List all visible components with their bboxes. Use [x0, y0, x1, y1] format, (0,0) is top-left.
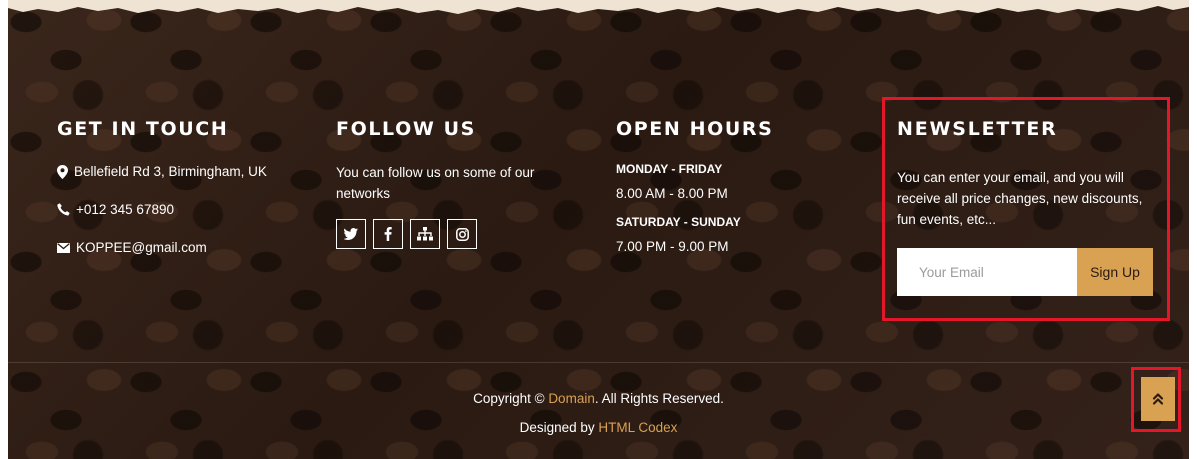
email-line: KOPPEE@gmail.com	[57, 238, 297, 257]
copyright-suffix: . All Rights Reserved.	[594, 391, 724, 406]
address-line: Bellefield Rd 3, Birmingham, UK	[57, 162, 297, 181]
weekend-time: 7.00 PM - 9.00 PM	[616, 239, 729, 254]
contact-heading: GET IN TOUCH	[57, 118, 229, 140]
address-text: Bellefield Rd 3, Birmingham, UK	[74, 164, 267, 179]
sign-up-button[interactable]: Sign Up	[1077, 248, 1153, 296]
weekend-label: SATURDAY - SUNDAY	[616, 215, 741, 229]
sitemap-icon	[417, 227, 433, 241]
phone-icon	[57, 203, 70, 216]
designer-credit-line: Designed by HTML Codex	[8, 418, 1189, 437]
facebook-button[interactable]	[373, 219, 403, 249]
copyright-prefix: Copyright ©	[473, 391, 549, 406]
phone-text: +012 345 67890	[76, 202, 174, 217]
follow-column: FOLLOW US You can follow us on some of o…	[336, 118, 576, 249]
phone-line: +012 345 67890	[57, 200, 297, 219]
newsletter-section: NEWSLETTER You can enter your email, and…	[882, 97, 1170, 321]
copyright-line: Copyright © Domain. All Rights Reserved.	[8, 389, 1189, 408]
domain-link[interactable]: Domain	[548, 391, 595, 406]
hours-column: OPEN HOURS MONDAY - FRIDAY 8.00 AM - 8.0…	[616, 118, 856, 268]
weekday-time: 8.00 AM - 8.00 PM	[616, 186, 728, 201]
follow-heading: FOLLOW US	[336, 118, 476, 140]
newsletter-form: Sign Up	[897, 248, 1153, 296]
newsletter-heading: NEWSLETTER	[897, 118, 1058, 140]
instagram-icon	[455, 227, 469, 241]
twitter-button[interactable]	[336, 219, 366, 249]
hours-heading: OPEN HOURS	[616, 118, 774, 140]
social-links	[336, 219, 576, 249]
html-codex-link[interactable]: HTML Codex	[598, 420, 677, 435]
contact-column: GET IN TOUCH Bellefield Rd 3, Birmingham…	[57, 118, 297, 276]
footer-divider	[8, 362, 1189, 363]
site-footer: GET IN TOUCH Bellefield Rd 3, Birmingham…	[8, 0, 1189, 459]
back-to-top-button[interactable]	[1141, 377, 1175, 421]
email-text: KOPPEE@gmail.com	[76, 240, 207, 255]
twitter-icon	[344, 228, 358, 240]
instagram-button[interactable]	[447, 219, 477, 249]
facebook-icon	[384, 227, 392, 241]
double-chevron-up-icon	[1153, 393, 1163, 405]
envelope-icon	[57, 242, 70, 253]
map-marker-icon	[57, 164, 68, 179]
sitemap-button[interactable]	[410, 219, 440, 249]
email-input[interactable]	[897, 248, 1077, 296]
newsletter-description: You can enter your email, and you will r…	[897, 170, 1143, 227]
weekday-label: MONDAY - FRIDAY	[616, 162, 723, 176]
follow-description: You can follow us on some of our network…	[336, 165, 535, 201]
designed-by-prefix: Designed by	[519, 420, 599, 435]
torn-paper-edge	[8, 0, 1189, 14]
